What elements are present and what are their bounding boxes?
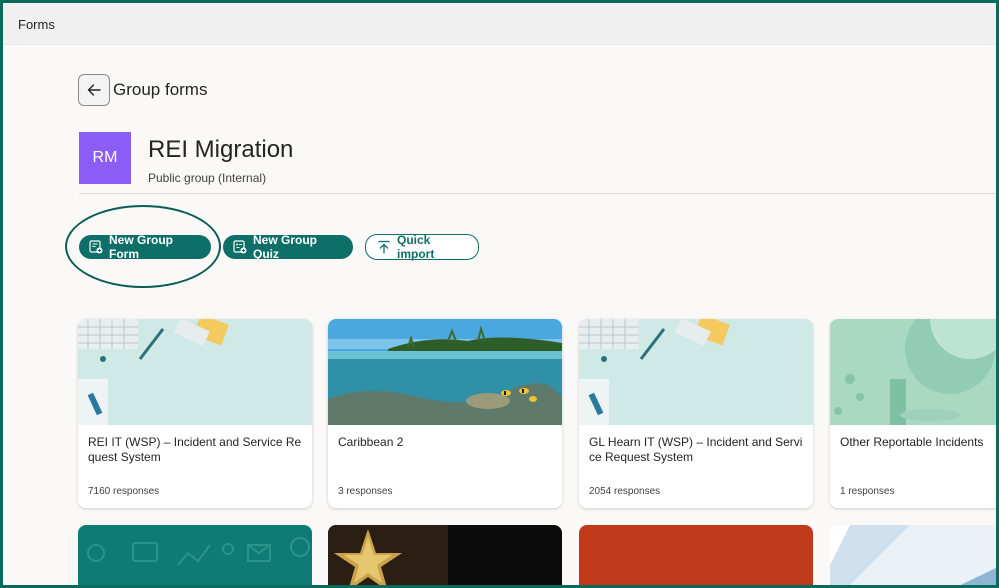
form-responses: 1 responses: [840, 486, 895, 497]
divider: [79, 193, 996, 194]
form-title: Other Reportable Incidents: [840, 435, 984, 449]
page-title: Group forms: [113, 80, 208, 99]
quick-import-button[interactable]: Quick import: [365, 233, 479, 261]
new-group-form-label: New Group Form: [109, 233, 174, 261]
form-card[interactable]: [78, 525, 312, 585]
form-card[interactable]: [579, 525, 813, 585]
form-title: GL Hearn IT (WSP) – Incident and Service…: [589, 435, 803, 464]
new-group-quiz-button[interactable]: New Group Quiz: [223, 233, 353, 261]
app-title: Forms: [18, 17, 55, 32]
form-thumbnail: [830, 319, 996, 425]
group-name: REI Migration: [148, 136, 294, 163]
form-card[interactable]: REI IT (WSP) – Incident and Service Requ…: [78, 319, 312, 508]
form-responses: 2054 responses: [589, 486, 661, 497]
form-thumbnail: [328, 525, 448, 585]
forms-window: Forms Group forms RM REI Migration Publi…: [3, 3, 996, 585]
form-thumbnail: [830, 525, 996, 585]
upload-icon: [378, 240, 390, 254]
form-card[interactable]: Other Reportable Incidents 1 responses: [830, 319, 996, 508]
form-add-icon: [89, 240, 103, 254]
form-card[interactable]: Caribbean 2 3 responses: [328, 319, 562, 508]
form-responses: 3 responses: [338, 486, 393, 497]
back-button[interactable]: [78, 74, 110, 106]
form-title: REI IT (WSP) – Incident and Service Requ…: [88, 435, 302, 464]
new-group-quiz-label: New Group Quiz: [253, 233, 318, 261]
new-group-form-button[interactable]: New Group Form: [79, 233, 211, 261]
form-thumbnail: [579, 319, 813, 425]
group-avatar: RM: [79, 132, 131, 184]
form-card[interactable]: GL Hearn IT (WSP) – Incident and Service…: [579, 319, 813, 508]
arrow-left-icon: [87, 84, 101, 96]
quiz-add-icon: [233, 240, 247, 254]
top-bar: Forms: [3, 3, 996, 45]
form-thumbnail: [78, 319, 312, 425]
group-subtitle: Public group (Internal): [148, 171, 267, 185]
form-thumbnail: [87, 537, 310, 566]
form-responses: 7160 responses: [88, 486, 160, 497]
form-card[interactable]: [830, 525, 996, 585]
form-thumbnail: [328, 319, 562, 425]
quick-import-label: Quick import: [397, 233, 435, 261]
form-card[interactable]: [328, 525, 562, 585]
form-title: Caribbean 2: [338, 435, 404, 449]
